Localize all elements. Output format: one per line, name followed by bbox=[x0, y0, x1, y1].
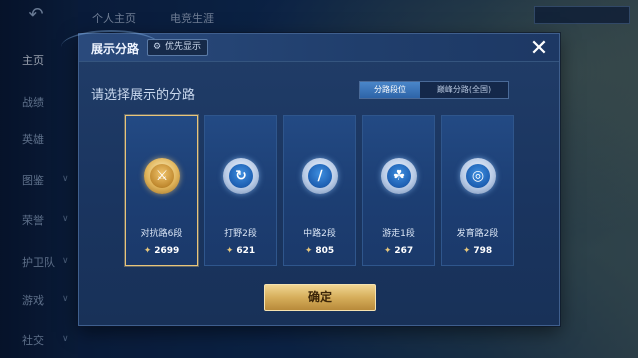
lane-card-label: 对抗路6段 bbox=[140, 229, 183, 239]
confirm-button[interactable]: 确定 bbox=[264, 284, 376, 311]
toggle-lane-rank[interactable]: 分路段位 bbox=[360, 82, 420, 98]
wings-icon: ✦ bbox=[304, 246, 313, 256]
lane-mode-toggle: 分路段位 巅峰分路(全国) bbox=[359, 81, 509, 99]
lane-card-score: ✦ 621 bbox=[205, 246, 276, 256]
lane-score-value: 798 bbox=[473, 246, 493, 256]
lane-score-value: 2699 bbox=[154, 246, 180, 256]
lane-card-jungle[interactable]: ↻ 打野2段 ✦ 621 bbox=[204, 115, 277, 266]
lane-score-value: 805 bbox=[315, 246, 335, 256]
dialog-subtitle: 请选择展示的分路 bbox=[91, 88, 196, 103]
lane-score-value: 621 bbox=[236, 246, 256, 256]
lane-card-score: ✦ 805 bbox=[284, 246, 355, 256]
lane-score-value: 267 bbox=[394, 246, 414, 256]
lane-card-mid[interactable]: ∕ 中路2段 ✦ 805 bbox=[283, 115, 356, 266]
lane-card-score: ✦ 798 bbox=[442, 246, 513, 256]
lane-card-list: ⚔ 对抗路6段 ✦ 2699 ↻ 打野2段 ✦ 621 ∕ 中路2段 ✦ 805 ☘ bbox=[125, 115, 515, 267]
wings-icon: ✦ bbox=[225, 246, 234, 256]
dialog-title: 展示分路 bbox=[91, 42, 140, 56]
close-icon[interactable]: ✕ bbox=[527, 38, 551, 60]
gear-icon: ⚙ bbox=[153, 42, 162, 52]
priority-display-label: 优先显示 bbox=[165, 42, 202, 52]
lane-badge-bottom-icon: ◎ bbox=[460, 158, 496, 194]
priority-display-button[interactable]: ⚙ 优先显示 bbox=[147, 39, 209, 56]
wings-icon: ✦ bbox=[143, 246, 152, 256]
lane-card-label: 打野2段 bbox=[224, 229, 257, 239]
lane-badge-top-icon: ⚔ bbox=[144, 158, 180, 194]
lane-card-score: ✦ 2699 bbox=[126, 246, 197, 256]
lane-card-label: 中路2段 bbox=[303, 229, 336, 239]
lane-badge-mid-icon: ∕ bbox=[302, 158, 338, 194]
toggle-peak-lane[interactable]: 巅峰分路(全国) bbox=[420, 82, 508, 98]
wings-icon: ✦ bbox=[462, 246, 471, 256]
lane-display-dialog: 展示分路 ⚙ 优先显示 ✕ 请选择展示的分路 分路段位 巅峰分路(全国) ⚔ 对抗… bbox=[61, 30, 560, 326]
lane-card-label: 游走1段 bbox=[382, 229, 415, 239]
lane-card-label: 发育路2段 bbox=[456, 229, 499, 239]
lane-card-top[interactable]: ⚔ 对抗路6段 ✦ 2699 bbox=[125, 115, 198, 266]
lane-card-bottom[interactable]: ◎ 发育路2段 ✦ 798 bbox=[441, 115, 514, 266]
wings-icon: ✦ bbox=[383, 246, 392, 256]
lane-card-roam[interactable]: ☘ 游走1段 ✦ 267 bbox=[362, 115, 435, 266]
lane-card-score: ✦ 267 bbox=[363, 246, 434, 256]
dialog-header: 展示分路 ⚙ 优先显示 ✕ bbox=[61, 30, 559, 62]
lane-badge-jungle-icon: ↻ bbox=[223, 158, 259, 194]
lane-badge-roam-icon: ☘ bbox=[381, 158, 417, 194]
